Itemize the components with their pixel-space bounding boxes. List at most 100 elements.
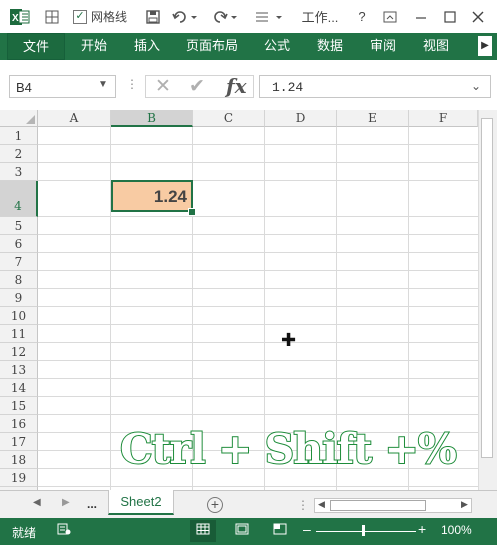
split-handle-icon[interactable]: ⋮ bbox=[297, 498, 309, 512]
row-header-2[interactable]: 2 bbox=[0, 145, 38, 163]
close-icon[interactable] bbox=[468, 0, 488, 33]
column-header-e[interactable]: E bbox=[337, 110, 409, 127]
enter-check-icon[interactable]: ✔ bbox=[189, 75, 205, 98]
row-header-14[interactable]: 14 bbox=[0, 379, 38, 397]
row-gridline bbox=[38, 270, 478, 271]
ribbon-tabs: 文件 开始 插入 页面布局 公式 数据 审阅 视图 bbox=[0, 33, 497, 60]
row-gridline bbox=[38, 396, 478, 397]
row-header-7[interactable]: 7 bbox=[0, 253, 38, 271]
tab-file[interactable]: 文件 bbox=[7, 33, 65, 60]
add-sheet-icon[interactable]: + bbox=[207, 497, 223, 513]
minimize-icon[interactable] bbox=[411, 0, 431, 33]
insert-function-icon[interactable]: fx bbox=[226, 74, 247, 98]
row-header-5[interactable]: 5 bbox=[0, 217, 38, 235]
shortcut-caption: Ctrl + Shift +% bbox=[119, 424, 458, 474]
row-gridline bbox=[38, 180, 478, 181]
tab-home[interactable]: 开始 bbox=[74, 33, 114, 60]
row-header-16[interactable]: 16 bbox=[0, 415, 38, 433]
sheet-scroll-right-icon[interactable]: ▶ bbox=[62, 497, 70, 508]
row-gridline bbox=[38, 216, 478, 217]
page-layout-view-icon[interactable] bbox=[229, 520, 255, 542]
fill-handle[interactable] bbox=[188, 208, 196, 216]
row-gridline bbox=[38, 252, 478, 253]
tab-view[interactable]: 视图 bbox=[416, 33, 456, 60]
row-header-17[interactable]: 17 bbox=[0, 433, 38, 451]
macro-recording-icon[interactable] bbox=[57, 523, 71, 539]
name-box-dropdown-icon[interactable]: ▼ bbox=[98, 79, 108, 90]
row-header-15[interactable]: 15 bbox=[0, 397, 38, 415]
more-sheets-button[interactable]: ... bbox=[87, 497, 97, 511]
tab-formulas[interactable]: 公式 bbox=[257, 33, 297, 60]
name-box-value: B4 bbox=[16, 80, 32, 95]
gridlines-toggle[interactable]: ✓ 网格线 bbox=[73, 0, 133, 33]
normal-view-icon[interactable] bbox=[190, 520, 216, 542]
hscroll-right-icon[interactable]: ▶ bbox=[461, 499, 468, 510]
row-header-12[interactable]: 12 bbox=[0, 343, 38, 361]
sheet-scroll-left-icon[interactable]: ◀ bbox=[33, 497, 41, 508]
cell-cursor-icon: ✚ bbox=[281, 330, 297, 350]
ribbon-scroll-right-icon[interactable]: ▶ bbox=[478, 36, 492, 56]
row-gridline bbox=[38, 288, 478, 289]
row-gridline bbox=[38, 234, 478, 235]
row-header-6[interactable]: 6 bbox=[0, 235, 38, 253]
ribbon-display-options-icon[interactable] bbox=[380, 0, 400, 33]
cancel-icon[interactable]: ✕ bbox=[155, 75, 171, 98]
row-gridline bbox=[38, 162, 478, 163]
row-gridline bbox=[38, 486, 478, 487]
help-icon[interactable]: ? bbox=[352, 0, 372, 33]
row-gridline bbox=[38, 324, 478, 325]
redo-icon[interactable] bbox=[210, 0, 240, 33]
workbook-title: 工作... bbox=[301, 10, 339, 25]
row-header-13[interactable]: 13 bbox=[0, 361, 38, 379]
row-header-18[interactable]: 18 bbox=[0, 451, 38, 469]
row-gridline bbox=[38, 144, 478, 145]
column-header-f[interactable]: F bbox=[409, 110, 478, 127]
cell-b4-value: 1.24 bbox=[153, 187, 187, 206]
svg-text:X: X bbox=[12, 13, 19, 24]
column-header-d[interactable]: D bbox=[265, 110, 337, 127]
tab-review[interactable]: 审阅 bbox=[363, 33, 403, 60]
row-gridline bbox=[38, 414, 478, 415]
row-header-19[interactable]: 19 bbox=[0, 469, 38, 487]
table-grid-icon[interactable] bbox=[42, 0, 62, 33]
status-ready: 就绪 bbox=[12, 526, 37, 540]
row-header-3[interactable]: 3 bbox=[0, 163, 38, 181]
gridlines-checkbox[interactable]: ✓ bbox=[73, 9, 87, 24]
select-all-triangle-icon bbox=[26, 115, 35, 124]
formula-input-value: 1.24 bbox=[272, 80, 304, 95]
row-header-10[interactable]: 10 bbox=[0, 307, 38, 325]
column-header-c[interactable]: C bbox=[193, 110, 265, 127]
row-gridline bbox=[38, 378, 478, 379]
row-gridline bbox=[38, 306, 478, 307]
tab-page-layout[interactable]: 页面布局 bbox=[181, 33, 243, 60]
column-header-a[interactable]: A bbox=[38, 110, 111, 127]
excel-logo-icon: X bbox=[10, 9, 30, 25]
zoom-out-icon[interactable]: – bbox=[303, 521, 311, 537]
maximize-icon[interactable] bbox=[440, 0, 460, 33]
save-icon[interactable] bbox=[143, 0, 163, 33]
zoom-slider-track[interactable] bbox=[316, 531, 416, 532]
column-header-b[interactable]: B bbox=[111, 110, 193, 127]
sheet-tab-sheet2[interactable]: Sheet2 bbox=[108, 490, 174, 515]
tab-data[interactable]: 数据 bbox=[310, 33, 350, 60]
row-header-8[interactable]: 8 bbox=[0, 271, 38, 289]
vertical-scroll-thumb[interactable] bbox=[481, 118, 493, 458]
zoom-level[interactable]: 100% bbox=[441, 523, 472, 537]
customize-qat-icon[interactable] bbox=[252, 0, 286, 33]
horizontal-scroll-thumb[interactable] bbox=[330, 500, 426, 511]
row-header-11[interactable]: 11 bbox=[0, 325, 38, 343]
gridlines-label: 网格线 bbox=[91, 10, 128, 24]
row-header-1[interactable]: 1 bbox=[0, 127, 38, 145]
undo-icon[interactable] bbox=[170, 0, 200, 33]
formula-bar-grip-icon[interactable]: ⋮ bbox=[126, 77, 138, 91]
hscroll-left-icon[interactable]: ◀ bbox=[318, 499, 325, 510]
tab-insert[interactable]: 插入 bbox=[127, 33, 167, 60]
row-header-4[interactable]: 4 bbox=[0, 181, 38, 217]
page-break-view-icon[interactable] bbox=[267, 520, 293, 542]
zoom-slider-thumb[interactable] bbox=[362, 525, 365, 536]
expand-formula-bar-icon[interactable]: ⌄ bbox=[471, 79, 481, 93]
row-gridline bbox=[38, 342, 478, 343]
zoom-in-icon[interactable]: + bbox=[418, 521, 426, 537]
row-gridline bbox=[38, 360, 478, 361]
row-header-9[interactable]: 9 bbox=[0, 289, 38, 307]
